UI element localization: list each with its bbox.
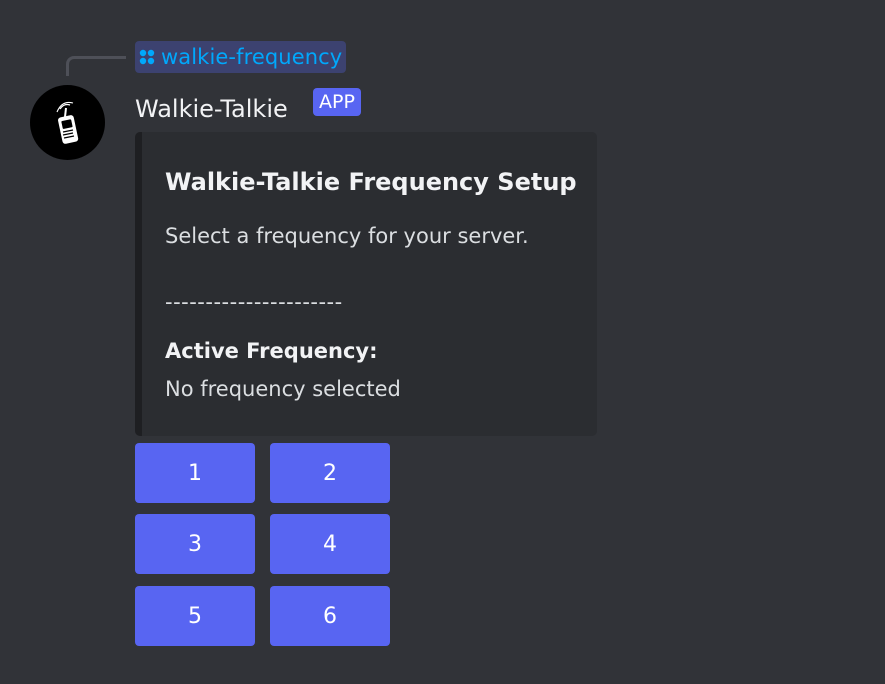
reply-connector-line <box>66 56 126 76</box>
slash-command-icon <box>139 49 155 65</box>
embed-description: Select a frequency for your server. <box>165 224 529 248</box>
frequency-button-1[interactable]: 1 <box>135 443 255 503</box>
embed-field-value: No frequency selected <box>165 377 401 401</box>
embed-divider: ---------------------- <box>165 290 343 314</box>
embed-card: Walkie-Talkie Frequency Setup Select a f… <box>135 132 597 436</box>
frequency-button-2[interactable]: 2 <box>270 443 390 503</box>
frequency-button-3[interactable]: 3 <box>135 514 255 574</box>
frequency-button-5[interactable]: 5 <box>135 586 255 646</box>
frequency-button-6[interactable]: 6 <box>270 586 390 646</box>
embed-field-name: Active Frequency: <box>165 339 378 363</box>
author-name[interactable]: Walkie-Talkie <box>135 92 288 126</box>
avatar[interactable] <box>30 85 105 160</box>
walkie-talkie-icon <box>55 101 78 144</box>
embed-title: Walkie-Talkie Frequency Setup <box>165 168 577 196</box>
reply-command-chip[interactable]: walkie-frequency <box>135 41 347 73</box>
command-name: walkie-frequency <box>161 45 343 69</box>
frequency-button-4[interactable]: 4 <box>270 514 390 574</box>
app-badge: APP <box>313 88 361 116</box>
